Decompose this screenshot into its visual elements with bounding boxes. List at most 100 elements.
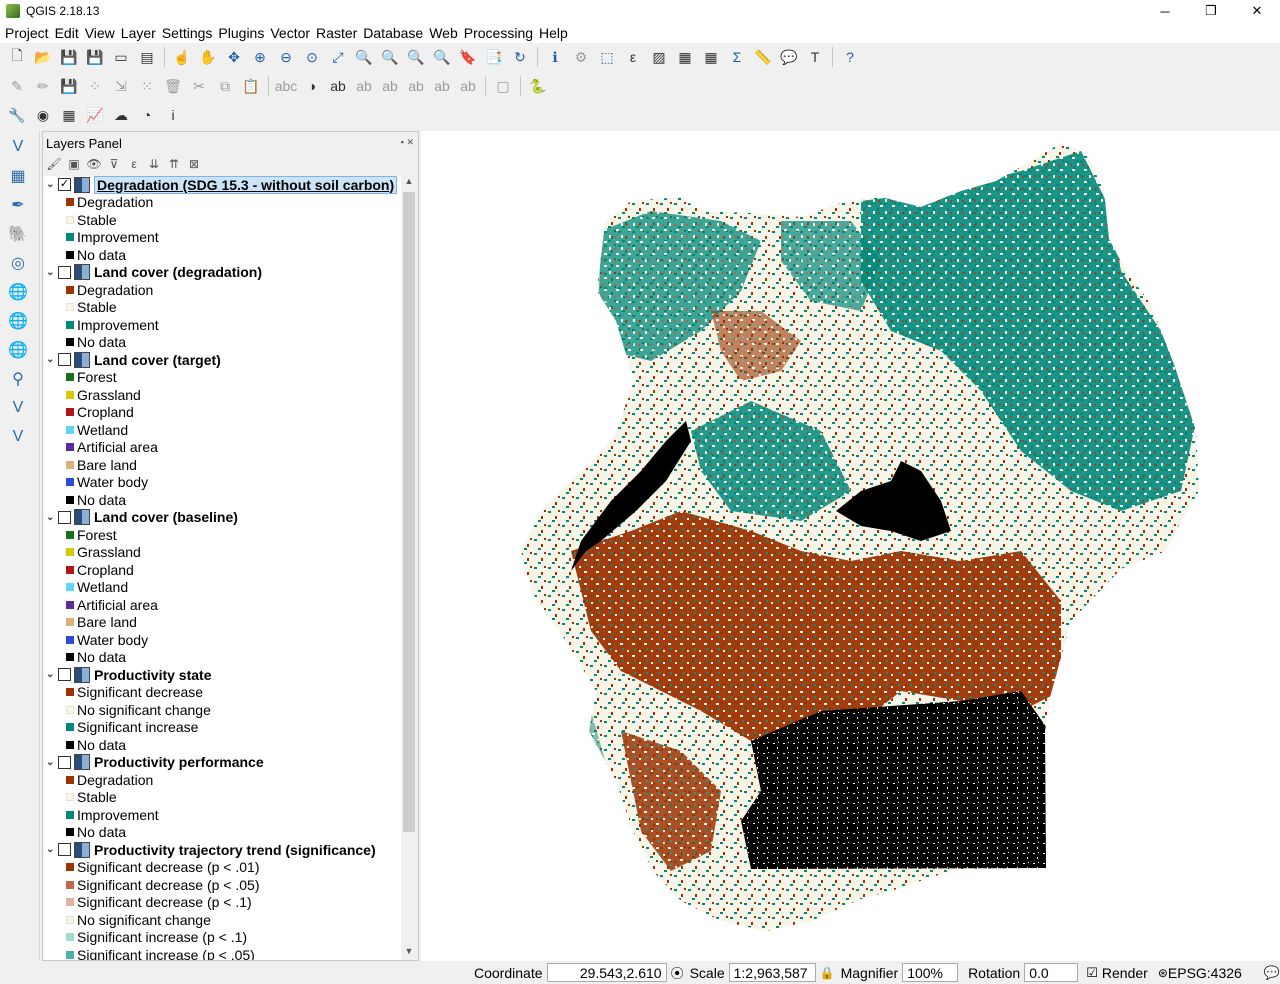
layer-visibility-checkbox[interactable]: [58, 353, 71, 367]
minimize-button[interactable]: ─: [1142, 0, 1188, 22]
highlight-pinned-labels-icon[interactable]: ab: [327, 75, 349, 97]
menu-web[interactable]: Web: [426, 25, 461, 41]
expand-arrow-icon[interactable]: ⌄: [46, 512, 56, 523]
menu-vector[interactable]: Vector: [267, 25, 313, 41]
statistical-summary-icon[interactable]: Σ: [726, 46, 748, 68]
new-bookmark-icon[interactable]: 🔖: [457, 46, 479, 68]
scale-lock-icon[interactable]: 🔒: [820, 966, 835, 980]
expand-arrow-icon[interactable]: ⌄: [46, 179, 56, 190]
crs-label[interactable]: EPSG:4326: [1168, 965, 1242, 981]
layer-row[interactable]: ⌄ ✓ Degradation (SDG 15.3 - without soil c…: [44, 176, 401, 194]
partial-circle-icon[interactable]: ◔: [136, 104, 158, 126]
expand-arrow-icon[interactable]: ⌄: [46, 757, 56, 768]
menu-view[interactable]: View: [82, 25, 118, 41]
label-style-icon[interactable]: ◑: [301, 75, 323, 97]
style-manager-icon[interactable]: 🖌: [45, 155, 63, 173]
zoom-layer-icon[interactable]: 🔍: [379, 46, 401, 68]
action-icon[interactable]: ⚙: [570, 46, 592, 68]
paste-features-icon[interactable]: 📋: [240, 75, 262, 97]
menu-plugins[interactable]: Plugins: [215, 25, 267, 41]
python-console-icon[interactable]: 🐍: [527, 75, 549, 97]
measure-icon[interactable]: 📏: [752, 46, 774, 68]
identify-icon[interactable]: ℹ: [544, 46, 566, 68]
magnifier-spinbox[interactable]: 100%: [902, 963, 959, 982]
move-feature-icon[interactable]: ⇲: [110, 75, 132, 97]
pin-labels-icon[interactable]: ab: [353, 75, 375, 97]
layer-visibility-checkbox[interactable]: [58, 755, 71, 769]
text-annotation-icon[interactable]: T: [804, 46, 826, 68]
show-bookmarks-icon[interactable]: 📑: [483, 46, 505, 68]
info-icon[interactable]: i: [162, 104, 184, 126]
add-feature-icon[interactable]: ⁘: [84, 75, 106, 97]
crs-icon[interactable]: ⊛: [1158, 966, 1168, 980]
zoom-full-icon[interactable]: ⤢: [327, 46, 349, 68]
menu-processing[interactable]: Processing: [461, 25, 536, 41]
layer-visibility-checkbox[interactable]: ✓: [58, 178, 71, 192]
add-delimited-text-icon[interactable]: ✒: [4, 192, 32, 218]
refresh-icon[interactable]: ↻: [509, 46, 531, 68]
add-spatialite-icon[interactable]: ◎: [4, 250, 32, 276]
pan-to-selection-icon[interactable]: ✥: [223, 46, 245, 68]
menu-layer[interactable]: Layer: [118, 25, 159, 41]
expand-arrow-icon[interactable]: ⌄: [46, 844, 56, 855]
delete-selected-icon[interactable]: 🗑: [162, 75, 184, 97]
scroll-up-icon[interactable]: ▲: [401, 176, 417, 190]
map-canvas[interactable]: [421, 131, 1280, 961]
layer-visibility-checkbox[interactable]: [58, 668, 71, 682]
menu-project[interactable]: Project: [2, 25, 52, 41]
new-print-composer-icon[interactable]: ▭: [110, 46, 132, 68]
render-checkbox[interactable]: ☑: [1086, 965, 1098, 981]
copy-features-icon[interactable]: ⧉: [214, 75, 236, 97]
add-vector-layer-icon[interactable]: V: [4, 134, 32, 160]
save-as-icon[interactable]: 💾: [84, 46, 106, 68]
layer-name[interactable]: Land cover (degradation): [94, 264, 262, 280]
layer-row[interactable]: ⌄ Productivity performance: [44, 754, 401, 772]
zoom-native-icon[interactable]: ⊙: [301, 46, 323, 68]
new-temporary-layer-icon[interactable]: V: [4, 424, 32, 450]
add-raster-layer-icon[interactable]: ▦: [4, 163, 32, 189]
pan-icon[interactable]: ✋: [197, 46, 219, 68]
filter-expression-icon[interactable]: ε: [125, 155, 143, 173]
add-virtual-layer-icon[interactable]: ⚲: [4, 366, 32, 392]
expand-arrow-icon[interactable]: ⌄: [46, 354, 56, 365]
select-by-expression-icon[interactable]: ε: [622, 46, 644, 68]
layer-name[interactable]: Land cover (target): [94, 352, 221, 368]
expand-all-icon[interactable]: ⇊: [145, 155, 163, 173]
scroll-down-icon[interactable]: ▼: [401, 946, 417, 960]
menu-raster[interactable]: Raster: [313, 25, 360, 41]
graph-icon[interactable]: 📈: [84, 104, 106, 126]
layer-name[interactable]: Productivity performance: [94, 754, 264, 770]
add-wfs-icon[interactable]: 🌐: [4, 308, 32, 334]
show-hide-labels-icon[interactable]: ab: [379, 75, 401, 97]
current-edits-icon[interactable]: ✎: [6, 75, 28, 97]
menu-help[interactable]: Help: [536, 25, 571, 41]
label-toolbar-icon[interactable]: abc: [275, 75, 298, 97]
add-group-icon[interactable]: ▣: [65, 155, 83, 173]
change-label-icon[interactable]: ab: [457, 75, 479, 97]
new-project-icon[interactable]: 🗋: [6, 46, 28, 68]
menu-edit[interactable]: Edit: [52, 25, 82, 41]
map-tips-icon[interactable]: 💬: [778, 46, 800, 68]
manage-visibility-icon[interactable]: 👁: [85, 155, 103, 173]
remove-layer-icon[interactable]: ⊠: [185, 155, 203, 173]
new-shapefile-icon[interactable]: V: [4, 395, 32, 421]
expand-arrow-icon[interactable]: ⌄: [46, 669, 56, 680]
scale-combobox[interactable]: 1:2,963,587: [728, 963, 816, 982]
scrollbar-thumb[interactable]: [403, 192, 415, 832]
layer-row[interactable]: ⌄ Land cover (baseline): [44, 509, 401, 527]
layer-row[interactable]: ⌄ Land cover (target): [44, 351, 401, 369]
add-wms-icon[interactable]: 🌐: [4, 279, 32, 305]
layer-row[interactable]: ⌄ Productivity trajectory trend (signific…: [44, 841, 401, 859]
collapse-all-icon[interactable]: ⇈: [165, 155, 183, 173]
layer-name[interactable]: Productivity trajectory trend (significa…: [94, 842, 376, 858]
layer-row[interactable]: ⌄ Land cover (degradation): [44, 264, 401, 282]
layer-name[interactable]: Degradation (SDG 15.3 - without soil car…: [94, 176, 398, 194]
maximize-button[interactable]: ❐: [1188, 0, 1234, 22]
wrench-icon[interactable]: 🔧: [6, 104, 28, 126]
layer-visibility-checkbox[interactable]: [58, 510, 71, 524]
layer-name[interactable]: Land cover (baseline): [94, 509, 238, 525]
field-calculator-icon[interactable]: ▦: [700, 46, 722, 68]
layer-tree-scrollbar[interactable]: ▲ ▼: [401, 176, 417, 960]
zoom-last-icon[interactable]: 🔍: [405, 46, 427, 68]
attribute-table-icon[interactable]: ▦: [674, 46, 696, 68]
